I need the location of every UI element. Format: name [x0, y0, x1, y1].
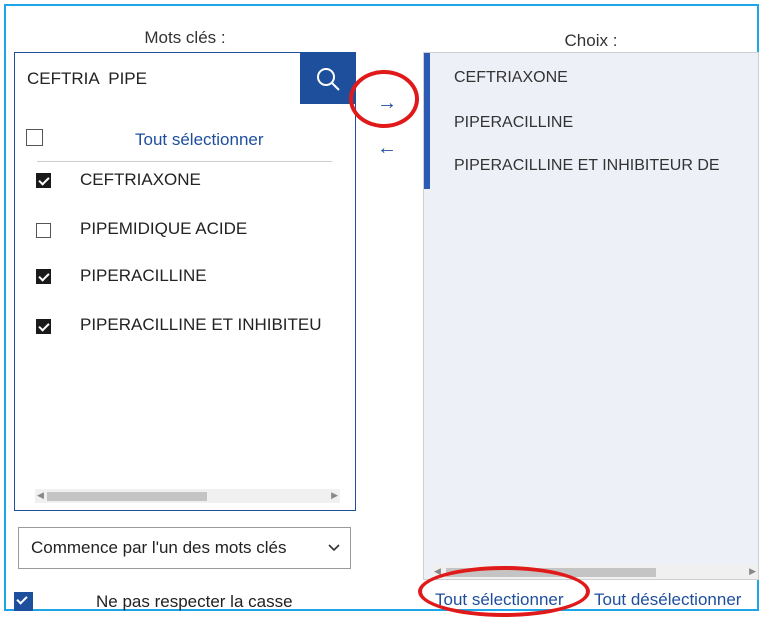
scrollbar-thumb[interactable] — [47, 492, 207, 501]
search-button[interactable] — [300, 53, 355, 104]
match-mode-dropdown[interactable]: Commence par l'un des mots clés — [18, 527, 351, 569]
search-icon — [316, 67, 340, 91]
arrow-right-icon[interactable]: → — [377, 92, 397, 115]
selection-indicator — [424, 53, 430, 189]
scroll-left-icon[interactable]: ◀ — [434, 566, 441, 577]
chevron-down-icon — [328, 544, 340, 552]
scroll-right-icon[interactable]: ▶ — [749, 566, 756, 577]
list-item-label[interactable]: PIPERACILLINE — [80, 266, 207, 286]
keyword-results-list: Tout sélectionner CEFTRIAXONE PIPEMIDIQU… — [14, 105, 356, 511]
scroll-right-icon[interactable]: ▶ — [331, 490, 338, 501]
list-item-label[interactable]: PIPEMIDIQUE ACIDE — [80, 219, 247, 239]
choices-heading: Choix : — [564, 31, 618, 50]
item-checkbox-pipemidique[interactable] — [36, 223, 51, 238]
choices-list: CEFTRIAXONE PIPERACILLINE PIPERACILLINE … — [423, 52, 759, 580]
match-mode-value: Commence par l'un des mots clés — [31, 538, 287, 557]
search-input[interactable] — [15, 53, 300, 104]
horizontal-scrollbar[interactable]: ◀ ▶ — [432, 565, 758, 579]
divider — [37, 161, 332, 162]
select-all-link[interactable]: Tout sélectionner — [435, 590, 564, 610]
list-item-label[interactable]: PIPERACILLINE ET INHIBITEU — [80, 315, 342, 335]
choice-item[interactable]: PIPERACILLINE — [454, 114, 573, 132]
item-checkbox-piperacilline[interactable] — [36, 269, 51, 284]
select-all-checkbox[interactable] — [26, 129, 43, 146]
list-item-label[interactable]: CEFTRIAXONE — [80, 170, 201, 190]
select-all-label[interactable]: Tout sélectionner — [135, 130, 264, 150]
choice-item[interactable]: CEFTRIAXONE — [454, 69, 568, 87]
item-checkbox-ceftriaxone[interactable] — [36, 173, 51, 188]
arrow-left-icon[interactable]: ← — [377, 137, 397, 160]
search-box — [14, 52, 356, 106]
scrollbar-thumb[interactable] — [446, 568, 656, 577]
case-insensitive-label: Ne pas respecter la casse — [96, 592, 293, 611]
keywords-heading: Mots clés : — [144, 28, 226, 47]
scroll-left-icon[interactable]: ◀ — [37, 490, 44, 501]
item-checkbox-piperacilline-inhibiteur[interactable] — [36, 319, 51, 334]
choice-item[interactable]: PIPERACILLINE ET INHIBITEUR DE — [454, 157, 720, 175]
horizontal-scrollbar[interactable]: ◀ ▶ — [35, 489, 340, 503]
case-insensitive-checkbox[interactable] — [14, 592, 33, 611]
deselect-all-link[interactable]: Tout désélectionner — [594, 590, 741, 610]
